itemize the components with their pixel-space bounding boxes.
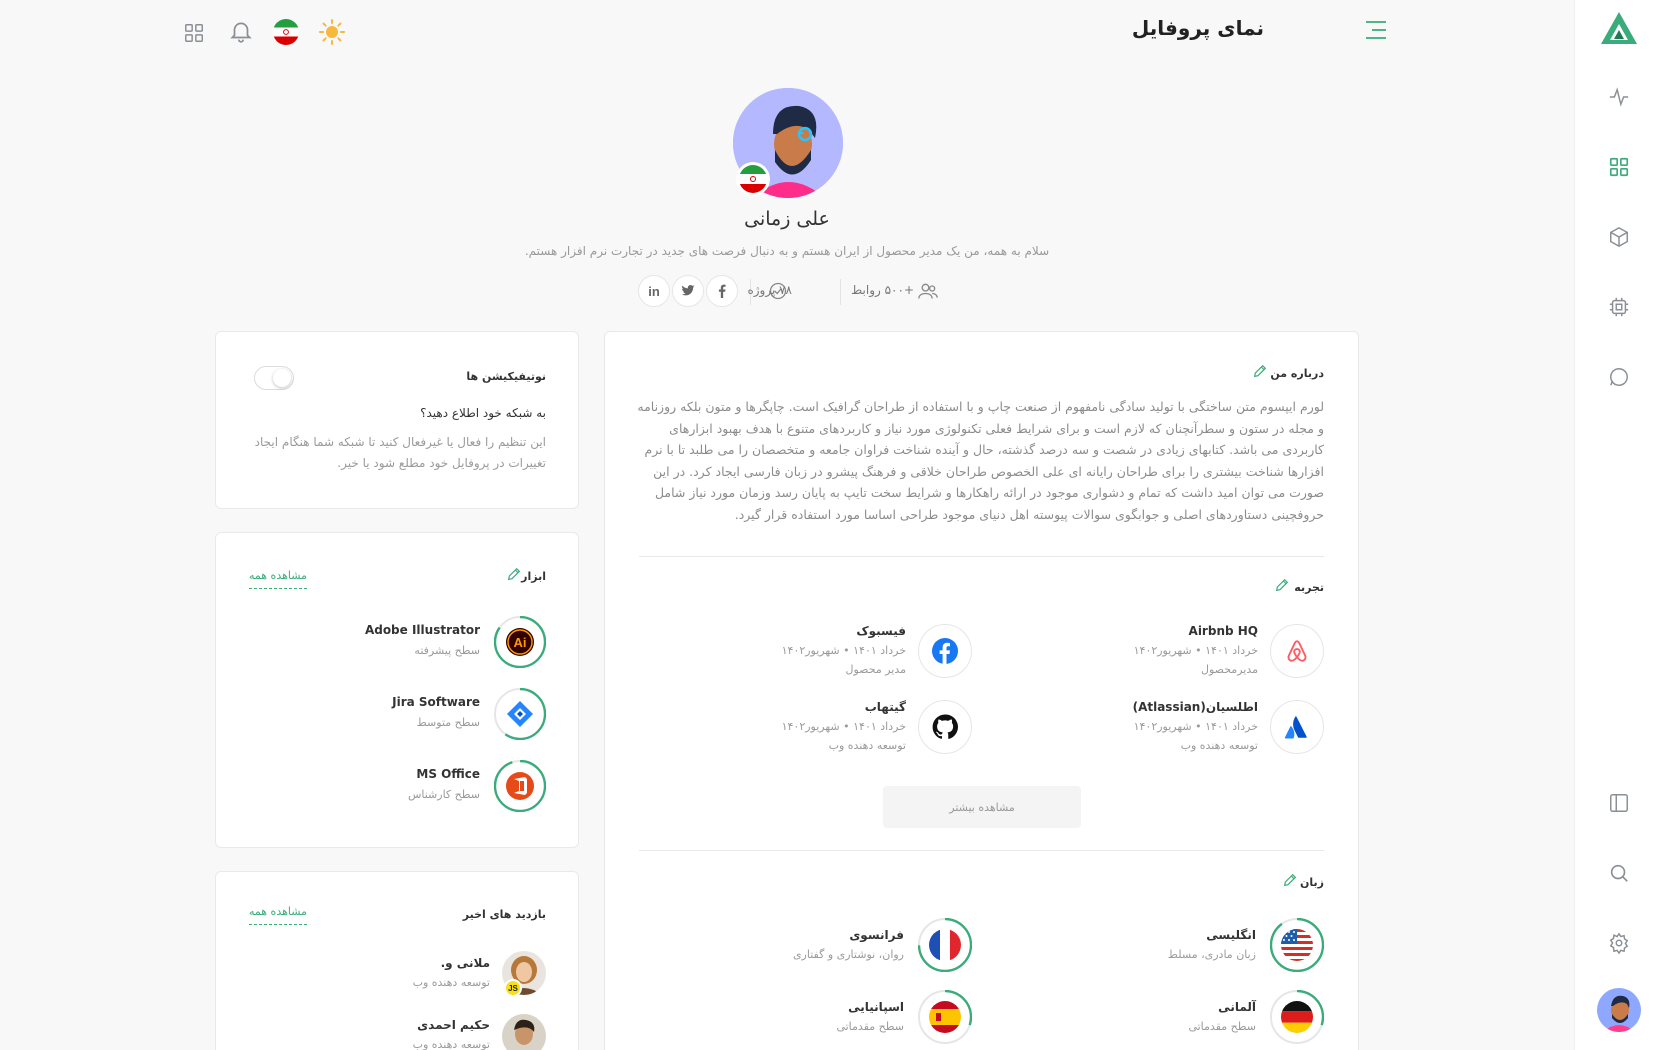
language-level: روان، نوشتاری و گفتاری <box>792 948 904 961</box>
visitor-role: توسعه دهنده وب <box>412 976 490 989</box>
tool-progress-ring <box>494 760 546 812</box>
side-rail <box>1574 0 1661 1050</box>
profile-bio: سلام به همه، من یک مدیر محصول از ایران ه… <box>524 244 1050 258</box>
view-more-button[interactable]: مشاهده بیشتر <box>883 786 1081 828</box>
about-title: درباره من <box>1270 367 1324 380</box>
search-icon[interactable] <box>1575 862 1661 884</box>
notifications-card: نوتیفیکیشن ها به شبکه خود اطلاع دهید؟ ای… <box>215 331 579 509</box>
experience-company: Airbnb HQ <box>1188 624 1258 638</box>
settings-gear-icon[interactable] <box>1575 932 1661 954</box>
profile-meta: in ۷۸ پروژه +۵۰۰ روابط <box>638 275 938 309</box>
users-icon <box>918 282 938 300</box>
box-icon[interactable] <box>1575 226 1661 248</box>
tool-level: سطح کارشناس <box>407 788 480 801</box>
theme-sun-icon[interactable] <box>318 18 346 46</box>
top-bar: نمای پروفایل <box>0 0 1574 62</box>
linkedin-icon[interactable]: in <box>638 275 670 307</box>
language-level: سطح مقدماتی <box>1188 1020 1256 1033</box>
language-progress-ring <box>918 990 972 1044</box>
visitor-avatar[interactable]: JS <box>502 951 546 997</box>
language-name: آلمانی <box>1218 1000 1256 1014</box>
sidebar-toggle-icon[interactable] <box>1575 792 1661 814</box>
menu-toggle-icon[interactable] <box>1364 19 1388 41</box>
tool-name: Adobe Illustrator <box>364 623 480 637</box>
page-title: نمای پروفایل <box>1131 16 1264 40</box>
experience-role: توسعه دهنده وب <box>828 739 906 752</box>
language-iran-flag-icon[interactable] <box>272 18 300 46</box>
edit-pencil-icon[interactable] <box>506 566 522 582</box>
visitor-name: ملانی و. <box>440 956 490 970</box>
apps-grid-icon[interactable] <box>183 22 205 44</box>
activity-icon[interactable] <box>1575 86 1661 108</box>
github-icon <box>918 700 972 754</box>
language-progress-ring <box>1270 918 1324 972</box>
experience-dates: خرداد ۱۴۰۱ • شهریور۱۴۰۲ <box>1133 720 1258 733</box>
language-progress-ring <box>1270 990 1324 1044</box>
notifications-toggle[interactable] <box>254 366 294 390</box>
atlassian-icon <box>1270 700 1324 754</box>
languages-title: زبان <box>1300 876 1324 889</box>
edit-pencil-icon[interactable] <box>1274 577 1290 593</box>
language-level: زبان مادری، مسلط <box>1167 948 1256 961</box>
airbnb-icon <box>1270 624 1324 678</box>
user-avatar[interactable] <box>1575 988 1661 1032</box>
twitter-icon[interactable] <box>672 275 704 307</box>
profile-flag-badge <box>736 162 770 196</box>
about-text: لورم ایپسوم متن ساختگی با تولید سادگی نا… <box>637 399 1324 522</box>
experience-dates: خرداد ۱۴۰۱ • شهریور۱۴۰۲ <box>1133 644 1258 657</box>
tool-level: سطح متوسط <box>416 716 480 729</box>
language-name: فرانسوی <box>849 928 904 942</box>
visitor-name: حکیم احمدی <box>417 1018 490 1032</box>
projects-count: ۷۸ پروژه <box>747 283 792 297</box>
tools-title: ابزار <box>521 570 546 583</box>
experience-dates: خرداد ۱۴۰۱ • شهریور۱۴۰۲ <box>781 720 906 733</box>
tools-view-all-link[interactable]: مشاهده همه <box>249 569 307 589</box>
language-progress-ring <box>918 918 972 972</box>
experience-dates: خرداد ۱۴۰۱ • شهریور۱۴۰۲ <box>781 644 906 657</box>
visitor-role: توسعه دهنده وب <box>412 1038 490 1050</box>
experience-company: فیسبوک <box>856 624 906 638</box>
chip-icon[interactable] <box>1575 296 1661 318</box>
notifications-description: این تنظیم را فعال یا غیرفعال کنید تا شبک… <box>254 435 546 470</box>
facebook-icon[interactable] <box>706 275 738 307</box>
visits-title: بازدید های اخیر <box>462 908 546 921</box>
chat-icon[interactable] <box>1575 366 1661 388</box>
notifications-question: به شبکه خود اطلاع دهید؟ <box>420 406 546 420</box>
divider <box>639 850 1324 851</box>
profile-name: علی زمانی <box>744 208 830 230</box>
connections-count: +۵۰۰ روابط <box>851 283 914 297</box>
dashboard-grid-icon[interactable] <box>1575 156 1661 178</box>
tool-name: MS Office <box>416 767 480 781</box>
experience-role: توسعه دهنده وب <box>1180 739 1258 752</box>
visitor-avatar[interactable] <box>502 1014 546 1050</box>
experience-role: مدیر محصول <box>845 663 907 676</box>
main-profile-card: درباره من لورم ایپسوم متن ساختگی با تولی… <box>604 331 1359 1050</box>
tool-progress-ring: Ai <box>494 616 546 668</box>
tools-card: ابزار مشاهده همه Ai Adobe Illustrator سط… <box>215 532 579 848</box>
experience-company: اطلسیان(Atlassian) <box>1132 700 1258 714</box>
notification-bell-icon[interactable] <box>228 18 254 44</box>
logo-icon[interactable] <box>1575 10 1661 48</box>
experience-company: گیتهاب <box>864 700 906 714</box>
notifications-title: نوتیفیکیشن ها <box>466 370 546 383</box>
experience-role: مدیرمحصول <box>1200 663 1258 676</box>
js-badge: JS <box>504 979 522 997</box>
divider <box>639 556 1324 557</box>
facebook-icon <box>918 624 972 678</box>
divider <box>840 279 841 305</box>
language-name: انگلیسی <box>1206 928 1256 942</box>
visits-view-all-link[interactable]: مشاهده همه <box>249 905 307 925</box>
tool-progress-ring <box>494 688 546 740</box>
tool-name: Jira Software <box>392 695 480 709</box>
recent-visits-card: بازدید های اخیر مشاهده همه JS ملانی و. ت… <box>215 871 579 1050</box>
language-level: سطح مقدماتی <box>836 1020 904 1033</box>
experience-title: تجربه <box>1294 581 1324 594</box>
tool-level: سطح پیشرفته <box>414 644 480 657</box>
edit-pencil-icon[interactable] <box>1282 872 1298 888</box>
edit-pencil-icon[interactable] <box>1252 363 1268 379</box>
language-name: اسپانیایی <box>848 1000 904 1014</box>
